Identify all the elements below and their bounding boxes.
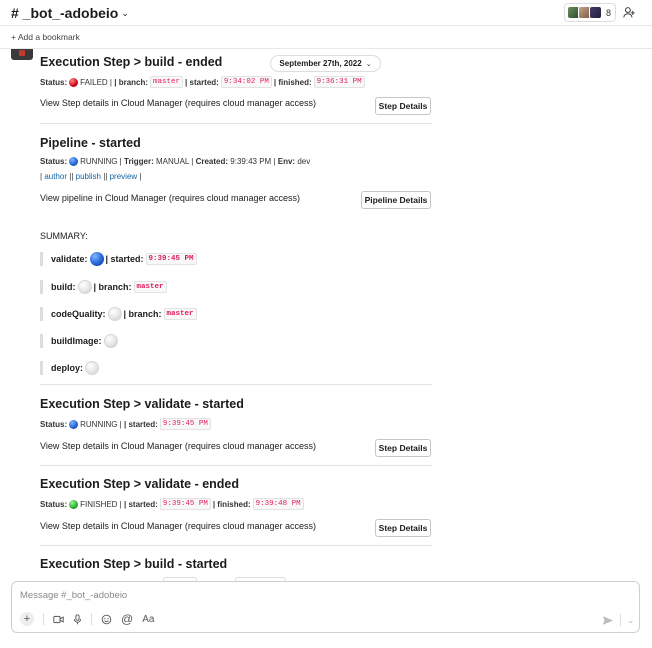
divider [43, 613, 44, 625]
video-icon [53, 615, 64, 623]
divider [620, 614, 621, 626]
add-user-button[interactable] [619, 4, 639, 21]
pending-status-icon [103, 334, 118, 348]
running-status-icon [69, 157, 79, 166]
send-controls: ⌄ [602, 614, 635, 626]
send-options-chevron-icon[interactable]: ⌄ [627, 615, 635, 626]
members-button[interactable]: 8 [564, 3, 617, 22]
message-composer: Message #_bot_-adobeio + @ Aa ⌄ [11, 581, 640, 633]
running-status-icon [69, 419, 79, 429]
member-count: 8 [606, 7, 612, 18]
attach-plus-button[interactable]: + [20, 612, 34, 626]
divider [40, 545, 432, 546]
video-clip-button[interactable] [53, 612, 64, 626]
chevron-down-icon: ⌄ [121, 7, 129, 18]
author-link[interactable]: author [44, 172, 67, 181]
add-bookmark-button[interactable]: + Add a bookmark [11, 32, 80, 42]
step-details-button[interactable]: Step Details [375, 439, 431, 457]
step-details-button[interactable]: Step Details [375, 97, 431, 115]
divider [40, 123, 432, 124]
details-text: View Step details in Cloud Manager (requ… [40, 521, 316, 531]
summary-row-codequality: codeQuality: | branch: master [40, 307, 199, 321]
summary-heading: SUMMARY: [40, 231, 88, 241]
pending-status-icon [77, 280, 92, 294]
preview-link[interactable]: preview [110, 172, 138, 181]
date-divider-button[interactable]: September 27th, 2022 ⌄ [270, 55, 381, 72]
publish-link[interactable]: publish [76, 172, 101, 181]
channel-header: # _bot_-adobeio ⌄ 8 [0, 0, 652, 26]
finished-code: 9:36:31 PM [313, 76, 365, 88]
emoji-button[interactable] [101, 612, 112, 626]
status-line: Status: RUNNING | | started: 9:39:45 PM [40, 418, 432, 430]
branch-code: master [150, 76, 184, 88]
divider [40, 465, 432, 466]
status-line: Status: FAILED | | branch: master | star… [40, 76, 432, 88]
message-title: Pipeline - started [40, 136, 141, 150]
chevron-down-icon: ⌄ [365, 60, 372, 68]
date-label: September 27th, 2022 [279, 59, 362, 68]
status-line: Status: RUNNING | Trigger: MANUAL | Crea… [40, 157, 311, 166]
status-line: Status: FINISHED | | started: 9:39:45 PM… [40, 498, 432, 510]
summary-row-validate: validate: | started: 9:39:45 PM [40, 252, 199, 266]
message-title: Execution Step > build - started [40, 557, 228, 571]
audio-clip-button[interactable] [73, 612, 82, 626]
pipeline-details-button[interactable]: Pipeline Details [361, 191, 431, 209]
environment-links: | author || publish || preview | [40, 172, 142, 181]
channel-name-button[interactable]: # _bot_-adobeio ⌄ [11, 5, 129, 21]
send-icon[interactable] [602, 615, 614, 626]
composer-toolbar: + @ Aa [20, 612, 154, 626]
microphone-icon [73, 613, 82, 624]
summary-row-build: build: | branch: master [40, 280, 169, 294]
failed-status-icon [69, 77, 79, 87]
divider [40, 384, 432, 385]
add-user-icon [622, 7, 635, 18]
avatar [589, 6, 602, 19]
formatting-button[interactable]: Aa [142, 612, 154, 626]
mention-button[interactable]: @ [121, 612, 133, 626]
message-title: Execution Step > validate - ended [40, 477, 240, 491]
bot-avatar [11, 49, 33, 60]
message-input[interactable]: Message #_bot_-adobeio [20, 590, 127, 601]
pending-status-icon [85, 361, 100, 375]
at-icon: @ [121, 612, 134, 626]
message-title: Execution Step > validate - started [40, 397, 244, 411]
summary-row-buildimage: buildImage: [40, 334, 120, 348]
details-text: View Step details in Cloud Manager (requ… [40, 441, 316, 451]
emoji-icon [101, 614, 112, 624]
step-details-button[interactable]: Step Details [375, 519, 431, 537]
running-status-icon [89, 252, 104, 266]
channel-name: # _bot_-adobeio [11, 5, 119, 21]
finished-status-icon [69, 499, 79, 509]
started-code: 9:34:02 PM [220, 76, 272, 88]
pending-status-icon [107, 307, 122, 321]
details-text: View Step details in Cloud Manager (requ… [40, 98, 316, 108]
divider [91, 613, 92, 625]
summary-row-deploy: deploy: [40, 361, 101, 375]
bookmarks-bar: + Add a bookmark [0, 27, 652, 49]
